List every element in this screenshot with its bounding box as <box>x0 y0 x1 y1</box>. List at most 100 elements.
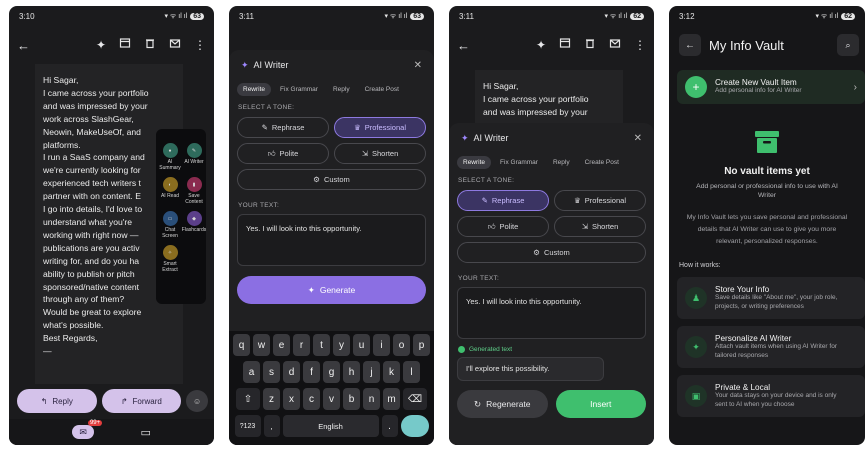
key[interactable]: y <box>333 334 350 356</box>
close-icon[interactable]: ✕ <box>414 60 422 71</box>
your-text-input[interactable]: Yes. I will look into this opportunity. <box>237 214 426 266</box>
tone-rephrase[interactable]: ✎ Rephrase <box>237 117 329 138</box>
mail-badge: 99+ <box>87 420 103 426</box>
refresh-icon: ↻ <box>473 398 482 409</box>
key[interactable]: h <box>343 361 360 383</box>
trash-icon[interactable] <box>144 36 156 54</box>
your-text-input[interactable]: Yes. I will look into this opportunity. <box>457 287 646 339</box>
tone-shorten[interactable]: ⇲ Shorten <box>334 143 426 164</box>
generate-button[interactable]: ✦ Generate <box>237 276 426 304</box>
period-key[interactable]: . <box>381 415 398 437</box>
key[interactable]: w <box>253 334 270 356</box>
sparkle-icon[interactable]: ✦ <box>96 38 106 52</box>
email-line: Hi Sagar, <box>43 75 79 85</box>
ai-writer-button[interactable]: ✎ AI Writer <box>183 143 205 175</box>
select-tone-label: SELECT A TONE: <box>458 177 515 184</box>
step-title: Store Your Info <box>715 285 770 294</box>
flashcard-icon: ◆ <box>186 211 202 226</box>
more-vert-icon[interactable]: ⋮ <box>634 38 646 52</box>
key[interactable]: q <box>233 334 250 356</box>
key[interactable]: i <box>373 334 390 356</box>
tab-reply[interactable]: Reply <box>547 156 576 169</box>
key[interactable]: j <box>363 361 380 383</box>
tab-create-post[interactable]: Create Post <box>359 83 405 96</box>
pen-icon: ✎ <box>261 123 268 132</box>
mail-unread-icon[interactable] <box>609 36 621 54</box>
step-title: Personalize AI Writer <box>715 334 792 343</box>
key[interactable]: n <box>363 388 380 410</box>
tone-custom[interactable]: ⚙ Custom <box>237 169 426 190</box>
signal-icon: ▾ ᯤ ıl ıl <box>604 12 628 20</box>
mail-tab[interactable]: ✉ 99+ <box>72 420 103 439</box>
forward-button[interactable]: ↱ Forward <box>101 389 182 413</box>
symbols-key[interactable]: ?123 <box>234 415 261 437</box>
video-icon[interactable]: ▭ <box>140 426 150 439</box>
trash-icon[interactable] <box>584 36 596 54</box>
key[interactable]: z <box>263 388 280 410</box>
regenerate-button[interactable]: ↻ Regenerate <box>457 390 548 418</box>
key[interactable]: k <box>383 361 400 383</box>
key[interactable]: e <box>273 334 290 356</box>
key[interactable]: l <box>403 361 420 383</box>
tone-professional[interactable]: ♛ Professional <box>334 117 426 138</box>
tab-rewrite[interactable]: Rewrite <box>237 82 272 96</box>
key[interactable]: x <box>283 388 300 410</box>
tab-fix-grammar[interactable]: Fix Grammar <box>494 156 544 169</box>
close-icon[interactable]: ✕ <box>634 133 642 144</box>
chat-screen-button[interactable]: ▭ Chat Screen <box>159 211 181 243</box>
mail-unread-icon[interactable] <box>169 36 181 54</box>
save-content-button[interactable]: ▮ Save Content <box>183 177 205 209</box>
key[interactable]: u <box>353 334 370 356</box>
insert-button[interactable]: Insert <box>555 390 646 418</box>
vault-description: My Info Vault lets you save personal and… <box>669 212 865 248</box>
emoji-button[interactable]: ☺ <box>186 390 208 412</box>
tab-reply[interactable]: Reply <box>327 83 356 96</box>
tone-rephrase[interactable]: ✎ Rephrase <box>457 190 549 211</box>
tone-shorten[interactable]: ⇲ Shorten <box>554 216 646 237</box>
more-vert-icon[interactable]: ⋮ <box>194 38 206 52</box>
tone-professional[interactable]: ♛ Professional <box>554 190 646 211</box>
back-arrow-icon[interactable]: ← <box>457 38 470 53</box>
key[interactable]: s <box>263 361 280 383</box>
sparkle-icon[interactable]: ✦ <box>536 38 546 52</box>
key[interactable]: o <box>393 334 410 356</box>
key[interactable]: c <box>303 388 320 410</box>
enter-key[interactable] <box>400 415 429 437</box>
shift-key[interactable]: ⇧ <box>236 388 260 410</box>
tab-create-post[interactable]: Create Post <box>579 156 625 169</box>
ai-summary-button[interactable]: ● AI Summary <box>159 143 181 175</box>
tone-polite[interactable]: 👍︎ Polite <box>237 143 329 164</box>
tone-polite[interactable]: 👍︎ Polite <box>457 216 549 237</box>
search-button[interactable]: ⌕ <box>837 34 859 56</box>
key[interactable]: a <box>243 361 260 383</box>
key[interactable]: r <box>293 334 310 356</box>
archive-icon[interactable] <box>559 36 571 54</box>
tab-rewrite[interactable]: Rewrite <box>457 155 492 169</box>
key[interactable]: d <box>283 361 300 383</box>
key[interactable]: p <box>413 334 430 356</box>
ai-read-button[interactable]: ◐ AI Read <box>159 177 181 209</box>
flashcards-button[interactable]: ◆ Flashcards <box>182 211 206 243</box>
back-button[interactable]: ← <box>679 34 701 56</box>
empty-subtitle-line: Writer <box>758 192 776 199</box>
back-arrow-icon[interactable]: ← <box>17 38 30 53</box>
key[interactable]: g <box>323 361 340 383</box>
reply-button[interactable]: ↰ Reply <box>17 389 97 413</box>
archive-icon[interactable] <box>119 36 131 54</box>
create-vault-item-card[interactable]: + Create New Vault Item Add personal inf… <box>677 70 865 104</box>
space-key[interactable]: English <box>282 415 379 437</box>
tab-fix-grammar[interactable]: Fix Grammar <box>274 83 324 96</box>
popup-label: AI Summary <box>159 159 181 171</box>
search-icon: ⌕ <box>845 39 851 50</box>
key[interactable]: b <box>343 388 360 410</box>
pen-icon: ✎ <box>186 143 202 158</box>
smart-extract-button[interactable]: ✧ Smart Extract <box>159 245 181 277</box>
key[interactable]: v <box>323 388 340 410</box>
tone-custom[interactable]: ⚙ Custom <box>457 242 646 263</box>
key[interactable]: t <box>313 334 330 356</box>
key[interactable]: m <box>383 388 400 410</box>
ai-writer-header: ✦ AI Writer ✕ <box>229 50 434 80</box>
key[interactable]: f <box>303 361 320 383</box>
comma-key[interactable]: , <box>263 415 280 437</box>
backspace-key[interactable]: ⌫ <box>403 388 427 410</box>
